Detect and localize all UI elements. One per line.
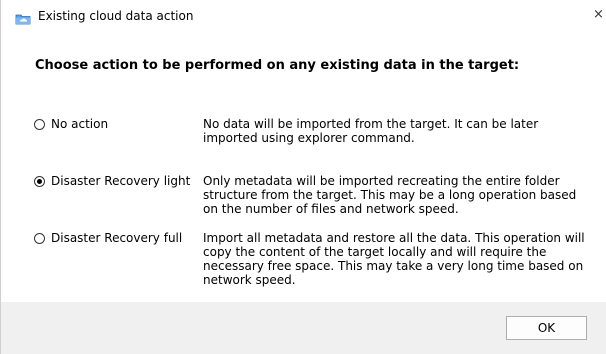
radio-button[interactable] bbox=[34, 176, 45, 187]
dialog-window: Existing cloud data action × Choose acti… bbox=[0, 0, 606, 354]
radio-button[interactable] bbox=[34, 233, 45, 244]
radio-disaster-recovery-light[interactable]: Disaster Recovery light bbox=[34, 174, 190, 189]
window-title: Existing cloud data action bbox=[38, 9, 194, 23]
radio-button[interactable] bbox=[34, 119, 45, 130]
radio-disaster-recovery-full[interactable]: Disaster Recovery full bbox=[34, 231, 182, 246]
radio-label: No action bbox=[51, 117, 109, 131]
option-description: Import all metadata and restore all the … bbox=[203, 231, 585, 287]
option-description: No data will be imported from the target… bbox=[203, 117, 539, 145]
radio-label: Disaster Recovery full bbox=[51, 231, 183, 245]
ok-button[interactable]: OK bbox=[506, 316, 587, 340]
cloud-folder-icon bbox=[15, 10, 31, 25]
dialog-footer: OK bbox=[1, 302, 606, 354]
title-bar: Existing cloud data action × bbox=[1, 0, 606, 32]
close-button[interactable]: × bbox=[593, 4, 606, 26]
option-description: Only metadata will be imported recreatin… bbox=[203, 174, 577, 216]
radio-no-action[interactable]: No action bbox=[34, 117, 108, 132]
dialog-heading: Choose action to be performed on any exi… bbox=[35, 58, 520, 73]
radio-label: Disaster Recovery light bbox=[51, 174, 191, 188]
